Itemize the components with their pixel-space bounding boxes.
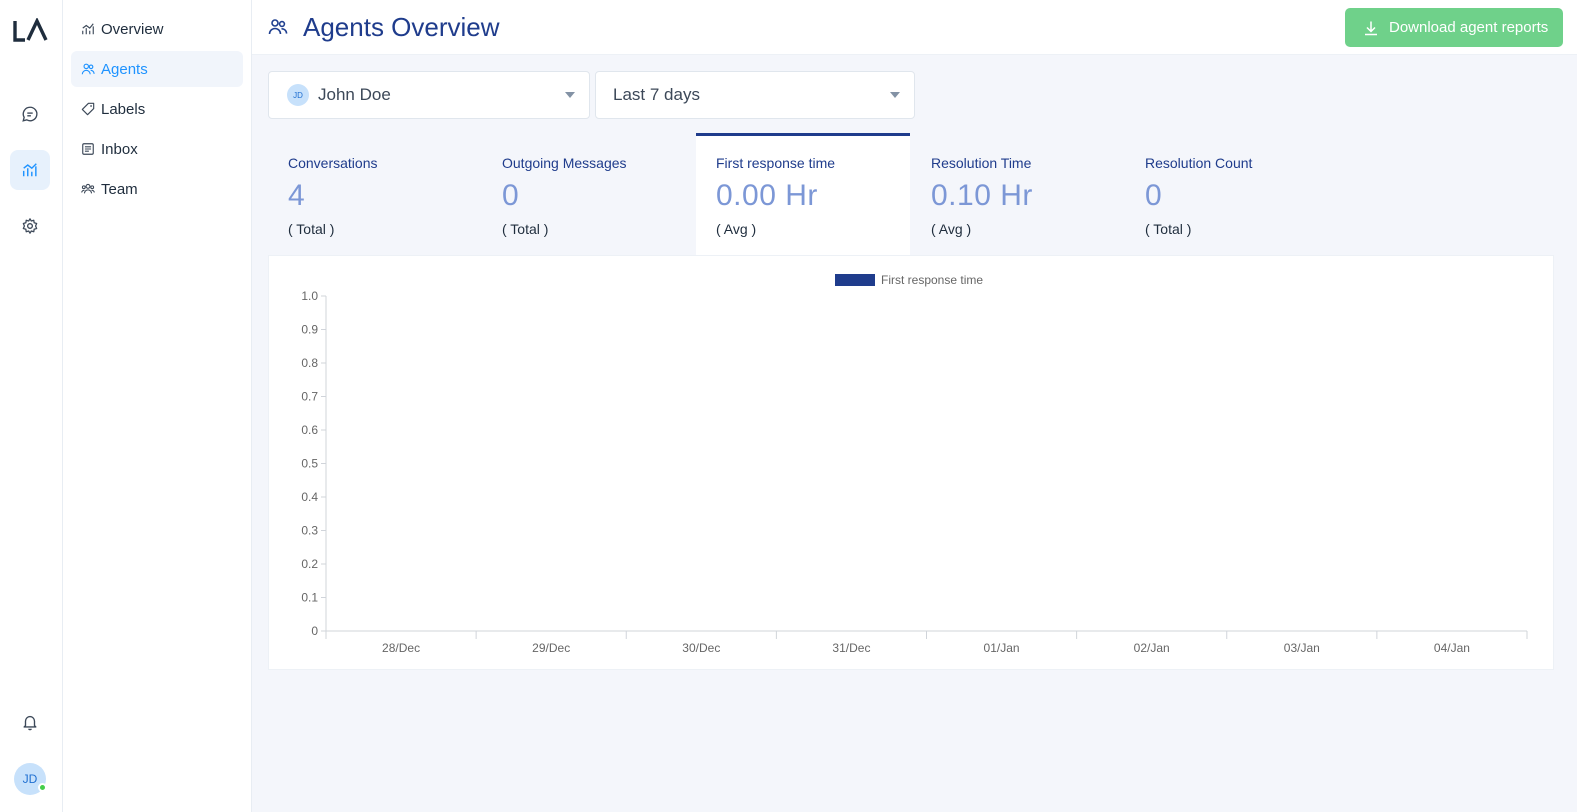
x-tick-label: 04/Jan [1434, 641, 1470, 655]
y-tick-label: 0.5 [301, 457, 318, 471]
legend-swatch [835, 274, 875, 286]
x-tick-label: 28/Dec [382, 641, 420, 655]
download-agent-reports-button[interactable]: Download agent reports [1345, 8, 1563, 47]
sidebar-item-overview[interactable]: Overview [71, 11, 243, 47]
sidebar-item-team[interactable]: Team [71, 171, 243, 207]
y-tick-label: 0.6 [301, 423, 318, 437]
chat-bubble-icon [22, 106, 38, 122]
download-button-label: Download agent reports [1389, 19, 1549, 36]
metric-subtitle: ( Total ) [502, 221, 549, 237]
chart-panel: First response time 0 0.1 0.2 0.3 0.4 0.5 0.6 0… [268, 255, 1554, 670]
reports-nav-button[interactable] [10, 150, 50, 190]
metric-value: 0.10 Hr [931, 179, 1033, 212]
agent-select[interactable]: JD John Doe [268, 71, 590, 119]
metric-card-first-response-time[interactable]: First response time 0.00 Hr ( Avg ) [696, 133, 910, 255]
sidebar-item-label: Labels [101, 100, 146, 118]
sidebar-item-label: Overview [101, 20, 164, 38]
sidebar-item-labels[interactable]: Labels [71, 91, 243, 127]
x-tick-label: 29/Dec [532, 641, 570, 655]
metric-value: 4 [288, 179, 306, 212]
metric-value: 0.00 Hr [716, 179, 818, 212]
agent-select-value: John Doe [318, 85, 391, 104]
y-tick-label: 0.9 [301, 323, 318, 337]
x-tick-label: 30/Dec [682, 641, 720, 655]
metric-card-outgoing-messages[interactable]: Outgoing Messages 0 ( Total ) [482, 133, 696, 255]
online-status-dot [38, 783, 47, 792]
x-tick-label: 02/Jan [1134, 641, 1170, 655]
users-icon [81, 63, 95, 75]
chevron-down-icon [890, 92, 900, 98]
inbox-icon [82, 143, 94, 155]
gear-icon [22, 218, 38, 234]
sidebar-item-agents[interactable]: Agents [71, 51, 243, 87]
chevron-down-icon [565, 92, 575, 98]
chart-icon [82, 23, 94, 35]
y-tick-label: 0.1 [301, 591, 318, 605]
tag-icon [81, 102, 95, 116]
conversations-nav-button[interactable] [10, 94, 50, 134]
sidebar-item-label: Inbox [101, 140, 138, 158]
date-range-select[interactable]: Last 7 days [595, 71, 915, 119]
metric-subtitle: ( Avg ) [716, 221, 757, 237]
sidebar-item-inbox[interactable]: Inbox [71, 131, 243, 167]
x-tick-label: 01/Jan [984, 641, 1020, 655]
metric-subtitle: ( Total ) [288, 221, 335, 237]
y-tick-label: 0.3 [301, 524, 318, 538]
metrics-row: Conversations 4 ( Total ) Outgoing Messa… [268, 133, 1554, 255]
notifications-button[interactable] [10, 702, 50, 742]
metric-card-resolution-time[interactable]: Resolution Time 0.10 Hr ( Avg ) [911, 133, 1125, 255]
page-header: Agents Overview Download agent reports [252, 0, 1577, 55]
x-tick-label: 31/Dec [832, 641, 870, 655]
download-icon [1365, 21, 1377, 35]
team-icon [81, 183, 95, 194]
y-tick-label: 0 [311, 624, 318, 638]
primary-nav-rail: JD [0, 0, 63, 812]
metric-value: 0 [1145, 179, 1163, 212]
metric-title: Resolution Time [931, 155, 1032, 171]
date-range-value: Last 7 days [613, 85, 700, 104]
page-title: Agents Overview [303, 12, 500, 42]
metric-title: Conversations [288, 155, 378, 171]
brand-logo[interactable] [13, 18, 49, 44]
metric-value: 0 [502, 179, 520, 212]
reports-sidebar: Overview Agents Labels Inbox Team [63, 0, 252, 812]
y-tick-label: 0.4 [301, 490, 318, 504]
bell-icon [23, 715, 37, 731]
metric-card-resolution-count[interactable]: Resolution Count 0 ( Total ) [1125, 133, 1339, 255]
y-tick-label: 0.7 [301, 390, 318, 404]
y-tick-label: 1.0 [301, 289, 318, 303]
sidebar-item-label: Agents [101, 60, 148, 78]
agent-avatar: JD [287, 84, 309, 106]
first-response-time-chart: First response time 0 0.1 0.2 0.3 0.4 0.5 0.6 0… [301, 273, 1528, 655]
y-tick-label: 0.8 [301, 356, 318, 370]
settings-nav-button[interactable] [10, 206, 50, 246]
sidebar-item-label: Team [101, 180, 138, 198]
metric-title: First response time [716, 155, 836, 171]
users-icon [268, 19, 288, 35]
y-tick-label: 0.2 [301, 557, 318, 571]
chart-icon [22, 163, 37, 177]
metric-subtitle: ( Total ) [1145, 221, 1192, 237]
metric-title: Resolution Count [1145, 155, 1253, 171]
x-tick-label: 03/Jan [1284, 641, 1320, 655]
metric-title: Outgoing Messages [502, 155, 627, 171]
legend-label: First response time [881, 273, 983, 287]
metric-subtitle: ( Avg ) [931, 221, 972, 237]
metric-card-conversations[interactable]: Conversations 4 ( Total ) [268, 133, 482, 255]
